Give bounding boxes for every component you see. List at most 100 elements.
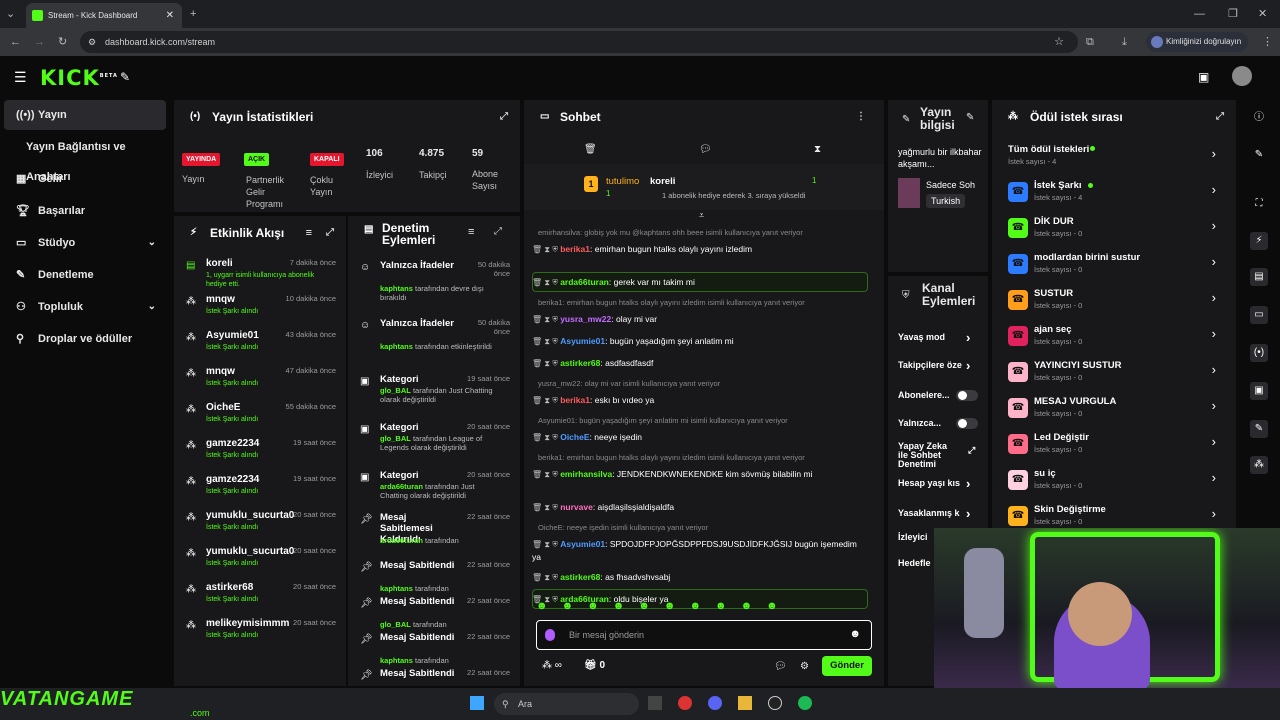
emote-bar[interactable]: ☻☻☻☻☻☻☻☻☻☻ bbox=[536, 600, 876, 614]
activity-item[interactable]: ⁂ gamze2234 İstek Şarkı alındı 19 saat önce bbox=[174, 474, 346, 510]
modlog-actor[interactable]: kaphtans bbox=[380, 284, 413, 293]
modlog-actor[interactable]: arda66turan bbox=[380, 536, 423, 545]
chat-username[interactable]: yusra_mw22 bbox=[560, 314, 611, 324]
chat-message[interactable]: 🗑︎ ⧗ ⛨ astirker68: asdfasdfasdf bbox=[532, 357, 868, 370]
broadcast-rail-icon[interactable]: (•) bbox=[1250, 344, 1268, 362]
modlog-actor[interactable]: glo_BAL bbox=[380, 386, 411, 395]
sidebar-item-basarilar[interactable]: 🏆︎ Başarılar bbox=[4, 196, 166, 226]
popout-icon[interactable]: ⤢ bbox=[500, 100, 508, 134]
extensions-icon[interactable]: ⧉ bbox=[1086, 35, 1094, 49]
activity-item[interactable]: ⁂ yumuklu_sucurta0 İstek Şarkı alındı 20 sa… bbox=[174, 510, 346, 546]
activity-item[interactable]: ⁂ OicheE İstek Şarkı alındı 55 dakika önce bbox=[174, 402, 346, 438]
channel-action-item[interactable]: Yalnızca... bbox=[898, 418, 988, 429]
taskbar-search[interactable]: ⚲ Ara bbox=[494, 693, 639, 715]
channel-action-item[interactable]: Yapay Zeka ile Sohbet Denetimi ⤢ bbox=[898, 442, 975, 469]
toggle-switch[interactable] bbox=[956, 390, 978, 401]
chat-username[interactable]: berika1 bbox=[560, 395, 590, 405]
new-tab-icon[interactable]: + bbox=[190, 7, 196, 21]
activity-item[interactable]: ⁂ mnqw İstek Şarkı alındı 47 dakika önce bbox=[174, 366, 346, 402]
sidebar-item-denetleme[interactable]: ✎ Denetleme bbox=[4, 260, 166, 290]
chat-username[interactable]: emirhansilva bbox=[560, 469, 612, 479]
modlog-item[interactable]: ▣ Kategori arda66turan tarafından Just Cha… bbox=[348, 470, 520, 512]
activity-item[interactable]: ▤ koreli 1, uygarr isimli kullanıcıya abon… bbox=[174, 258, 346, 294]
hamburger-menu-icon[interactable]: ☰ bbox=[14, 69, 27, 86]
mod-tools-icon[interactable]: 🗑︎ ⧗ ⛨ bbox=[532, 359, 560, 368]
spotify-taskbar-icon[interactable] bbox=[798, 696, 812, 710]
chat-username[interactable]: Asyumie01 bbox=[560, 336, 605, 346]
reward-item[interactable]: ☎ SUSTUR İstek sayısı - 0 › bbox=[992, 286, 1236, 322]
obs-taskbar-icon[interactable] bbox=[768, 696, 782, 710]
sidebar-item-studyo[interactable]: ▭ Stüdyo ⌄ bbox=[4, 228, 166, 258]
hourglass-icon[interactable]: ⧗ bbox=[814, 144, 821, 155]
chat-username[interactable]: arda66turan bbox=[560, 277, 609, 287]
send-button[interactable]: Gönder bbox=[822, 656, 872, 676]
modlog-icon[interactable]: ▤ bbox=[1250, 268, 1268, 286]
filter-icon[interactable]: ≡ bbox=[468, 226, 474, 238]
category-name[interactable]: Sadece Soh bbox=[926, 180, 975, 190]
recipient-name[interactable]: koreli bbox=[650, 176, 675, 187]
close-window-icon[interactable]: ✕ bbox=[1258, 7, 1267, 21]
rewards-rail-icon[interactable]: ⁂ bbox=[1250, 456, 1268, 474]
streamer-mode-icon[interactable]: ▣ bbox=[1198, 70, 1209, 84]
sidebar-item-gelir[interactable]: ▦ Gelir bbox=[4, 164, 166, 194]
modlog-item[interactable]: 📌︎ Mesaj Sabitlemesi Kaldırıldı arda66tura… bbox=[348, 512, 520, 554]
browser-tab[interactable]: Stream - Kick Dashboard ✕ bbox=[26, 3, 182, 28]
mod-tools-icon[interactable]: 🗑︎ ⧗ ⛨ bbox=[532, 396, 560, 405]
all-rewards-item[interactable]: Tüm ödül istekleri İstek sayısı - 4 › bbox=[992, 142, 1236, 178]
edit-icon[interactable]: ✎ bbox=[966, 112, 974, 123]
trash-icon[interactable]: 🗑︎ bbox=[584, 144, 597, 155]
filter-icon[interactable]: ≡ bbox=[306, 216, 312, 250]
modlog-item[interactable]: ▣ Kategori glo_BAL tarafından League of Le… bbox=[348, 422, 520, 464]
modlog-actor[interactable]: glo_BAL bbox=[380, 434, 411, 443]
chat-username[interactable]: berika1 bbox=[560, 244, 590, 254]
chat-settings-bubble-icon[interactable]: 💬︎ bbox=[774, 661, 787, 672]
bookmark-star-icon[interactable]: ☆ bbox=[1054, 31, 1064, 53]
edit-icon[interactable]: ✎ bbox=[1250, 146, 1268, 164]
channel-action-item[interactable]: Hesap yaşı kıs › bbox=[898, 476, 988, 491]
info-icon[interactable]: ⓘ bbox=[1250, 109, 1268, 127]
popout-icon[interactable]: ⤢ bbox=[494, 226, 502, 237]
user-avatar[interactable] bbox=[1232, 66, 1252, 86]
reward-item[interactable]: ☎ İstek Şarkı İstek sayısı - 4 › bbox=[992, 178, 1236, 214]
task-view-icon[interactable] bbox=[648, 696, 662, 710]
close-tab-icon[interactable]: ✕ bbox=[166, 3, 174, 28]
reload-icon[interactable]: ↻ bbox=[58, 35, 67, 49]
chat-message[interactable]: 🗑︎ ⧗ ⛨ Asyumie01: SPDOJDFPJOPĞSDPPFDSJ9U… bbox=[532, 538, 868, 563]
mod-tools-icon[interactable]: 🗑︎ ⧗ ⛨ bbox=[532, 503, 560, 512]
modlog-actor[interactable]: kaphtans bbox=[380, 584, 413, 593]
sidebar-item-yayin[interactable]: ((•)) Yayın bbox=[4, 100, 166, 130]
modlog-actor[interactable]: glo_BAL bbox=[380, 620, 411, 629]
reward-item[interactable]: ☎ MESAJ VURGULA İstek sayısı - 0 › bbox=[992, 394, 1236, 430]
activity-item[interactable]: ⁂ mnqw İstek Şarkı alındı 10 dakika önce bbox=[174, 294, 346, 330]
explorer-taskbar-icon[interactable] bbox=[738, 696, 752, 710]
browser-menu-icon[interactable]: ⋮ bbox=[1262, 35, 1273, 49]
stream-info-rail-icon[interactable]: ▣ bbox=[1250, 382, 1268, 400]
chrome-taskbar-icon[interactable] bbox=[678, 696, 692, 710]
sidebar-item-droplar[interactable]: ⚲ Droplar ve ödüller bbox=[4, 324, 166, 354]
channel-points[interactable]: ⁂ ∞ bbox=[542, 660, 562, 671]
reward-item[interactable]: ☎ YAYINCIYI SUSTUR İstek sayısı - 0 › bbox=[992, 358, 1236, 394]
chat-message[interactable]: 🗑︎ ⧗ ⛨ yusra_mw22: olay mi var bbox=[532, 313, 868, 326]
mod-tools-icon[interactable]: 🗑︎ ⧗ ⛨ bbox=[532, 315, 560, 324]
discord-taskbar-icon[interactable] bbox=[708, 696, 722, 710]
popout-icon[interactable]: ⤢ bbox=[326, 216, 334, 250]
url-field[interactable]: ⚙ dashboard.kick.com/stream ☆ bbox=[80, 31, 1078, 53]
reward-item[interactable]: ☎ DİK DUR İstek sayısı - 0 › bbox=[992, 214, 1236, 250]
chat-message[interactable]: 🗑︎ ⧗ ⛨ arda66turan: gerek var mı takim m… bbox=[532, 276, 868, 289]
microphone-icon[interactable] bbox=[545, 629, 555, 641]
chat-message[interactable]: 🗑︎ ⧗ ⛨ Asyumie01: bugün yaşadığım şeyi a… bbox=[532, 335, 868, 348]
chat-icon[interactable]: 💬︎ bbox=[699, 144, 712, 155]
expand-icon[interactable]: ⛶ bbox=[1250, 195, 1268, 213]
kick-logo[interactable]: KICKBETA bbox=[40, 66, 118, 90]
activity-item[interactable]: ⁂ astirker68 İstek Şarkı alındı 20 saat önc… bbox=[174, 582, 346, 618]
chat-username[interactable]: astirker68 bbox=[560, 572, 600, 582]
windows-start-icon[interactable] bbox=[470, 696, 484, 710]
chat-message[interactable]: 🗑︎ ⧗ ⛨ astirker68: as fhsadvshvsabj bbox=[532, 571, 868, 584]
reward-item[interactable]: ☎ modlardan birini sustur İstek sayısı - 0… bbox=[992, 250, 1236, 286]
minimize-icon[interactable]: — bbox=[1194, 7, 1205, 21]
chat-message[interactable]: 🗑︎ ⧗ ⛨ OicheE: neeye işedin bbox=[532, 431, 868, 444]
profile-button[interactable]: Kimliğinizi doğrulayın bbox=[1146, 32, 1248, 52]
mod-tools-icon[interactable]: 🗑︎ ⧗ ⛨ bbox=[532, 245, 560, 254]
collapse-pin-icon[interactable]: ⩡ bbox=[699, 210, 704, 221]
chat-message[interactable]: 🗑︎ ⧗ ⛨ berika1: eskı bı vıdeo ya bbox=[532, 394, 868, 407]
